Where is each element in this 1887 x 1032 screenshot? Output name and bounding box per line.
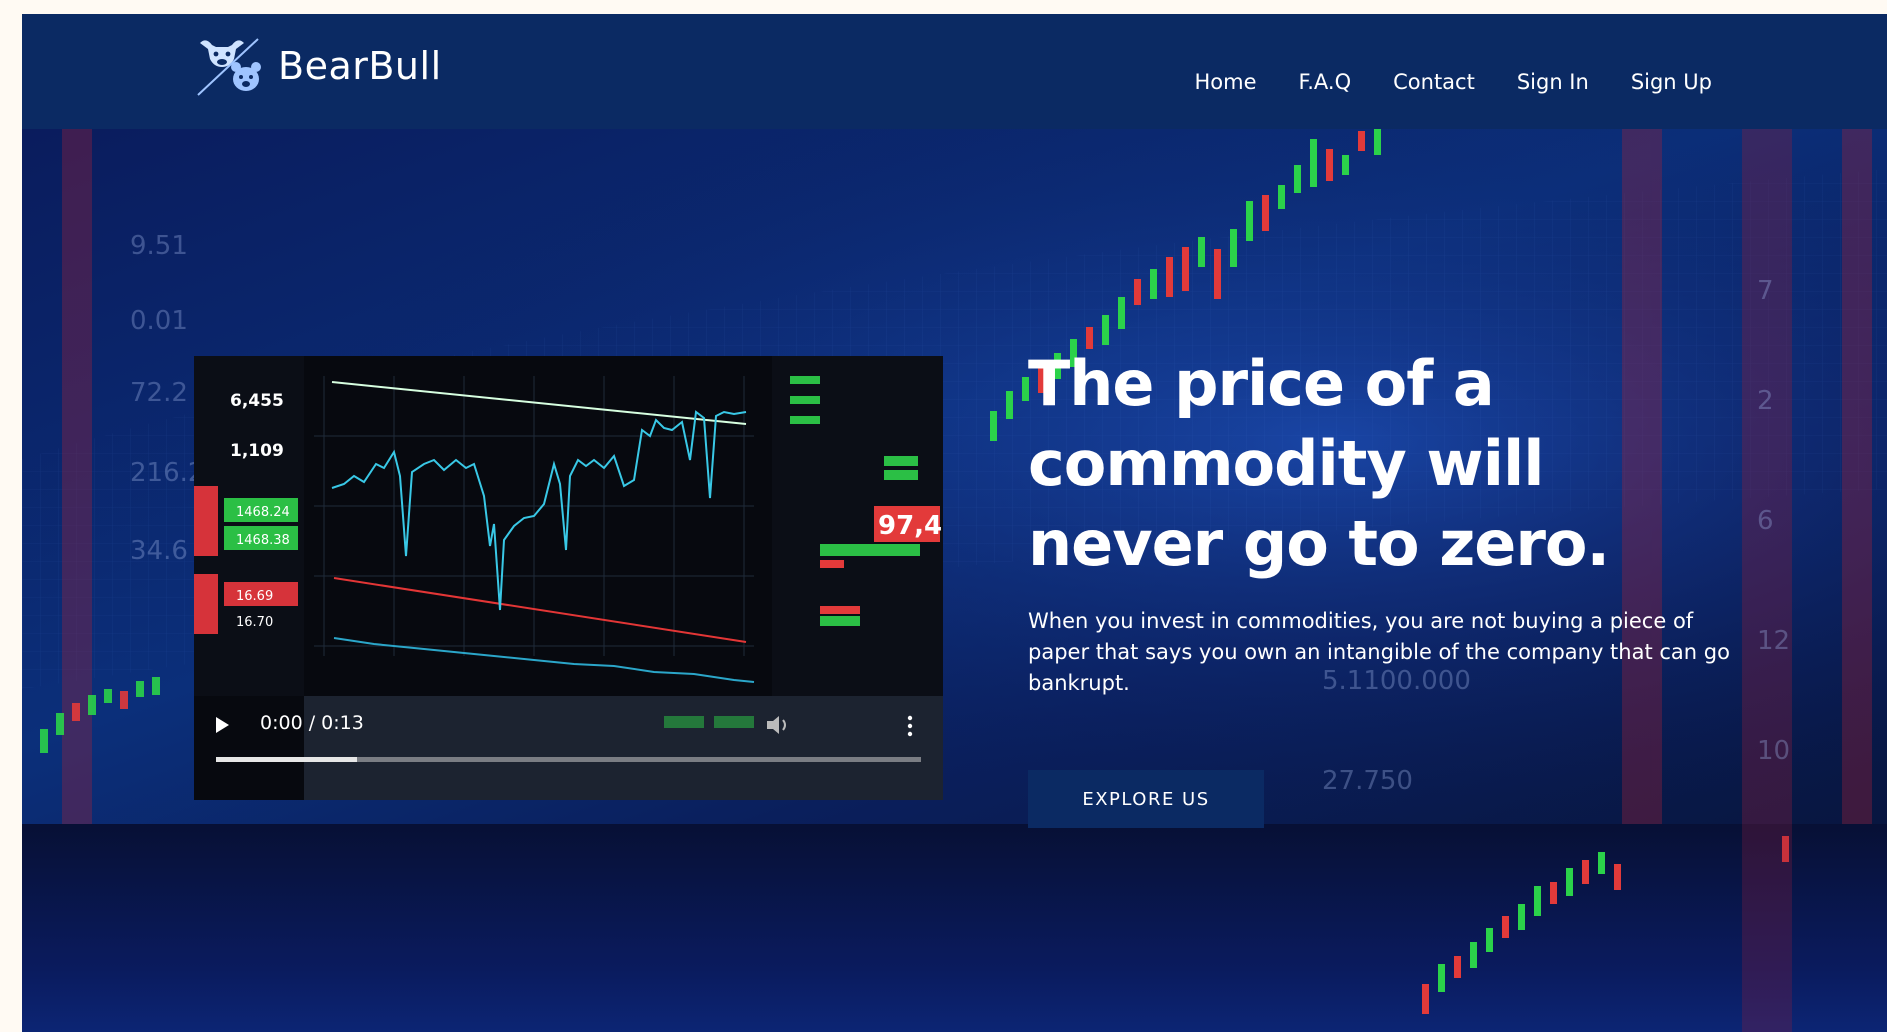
screen-ticker-value: 97,427 <box>878 511 943 541</box>
volume-icon[interactable] <box>765 713 791 737</box>
video-time: 0:00 / 0:13 <box>260 712 364 734</box>
screen-price-2: 1,109 <box>230 441 284 461</box>
hero-subtext: When you invest in commodities, you are … <box>1028 609 1730 695</box>
brand-logo[interactable]: BearBull <box>194 34 442 98</box>
svg-text:27.750: 27.750 <box>1322 766 1413 796</box>
nav-faq[interactable]: F.A.Q <box>1299 70 1352 94</box>
bear-bull-logo-icon <box>197 38 261 96</box>
video-progress-bar[interactable] <box>216 757 921 762</box>
screen-price-4: 1468.38 <box>236 533 290 548</box>
svg-text:0.01: 0.01 <box>130 306 188 336</box>
svg-text:34.6: 34.6 <box>130 536 188 566</box>
page: BearBull Home F.A.Q Contact Sign In Sign… <box>22 14 1887 1032</box>
svg-text:6: 6 <box>1757 506 1774 536</box>
play-button[interactable] <box>216 717 229 733</box>
screen-price-3: 1468.24 <box>236 505 290 520</box>
svg-text:7: 7 <box>1757 276 1774 306</box>
video-progress-fill <box>216 757 357 762</box>
svg-text:2: 2 <box>1757 386 1774 416</box>
nav-sign-up[interactable]: Sign Up <box>1631 70 1712 94</box>
hero-headline: The price of a commodity will never go t… <box>1028 347 1610 580</box>
site-header: BearBull Home F.A.Q Contact Sign In Sign… <box>22 14 1887 129</box>
screen-price-1: 6,455 <box>230 391 284 411</box>
screen-price-5: 16.69 <box>236 589 273 604</box>
screen-price-6: 16.70 <box>236 615 273 630</box>
explore-us-button[interactable]: EXPLORE US <box>1028 770 1264 828</box>
nav-home[interactable]: Home <box>1195 70 1257 94</box>
svg-text:12: 12 <box>1757 626 1790 656</box>
nav-sign-in[interactable]: Sign In <box>1517 70 1589 94</box>
hero-video-player[interactable]: 6,455 1,109 1468.24 1468.38 16.69 16.70 <box>194 356 943 800</box>
svg-text:10: 10 <box>1757 736 1790 766</box>
main-nav: Home F.A.Q Contact Sign In Sign Up <box>1195 70 1712 94</box>
svg-text:9.51: 9.51 <box>130 231 188 261</box>
svg-text:72.2: 72.2 <box>130 378 188 408</box>
lower-background-image <box>1422 824 1792 1032</box>
more-options-icon[interactable] <box>906 714 914 738</box>
next-section-background <box>22 824 1887 1032</box>
nav-contact[interactable]: Contact <box>1393 70 1475 94</box>
brand-name: BearBull <box>278 44 442 88</box>
